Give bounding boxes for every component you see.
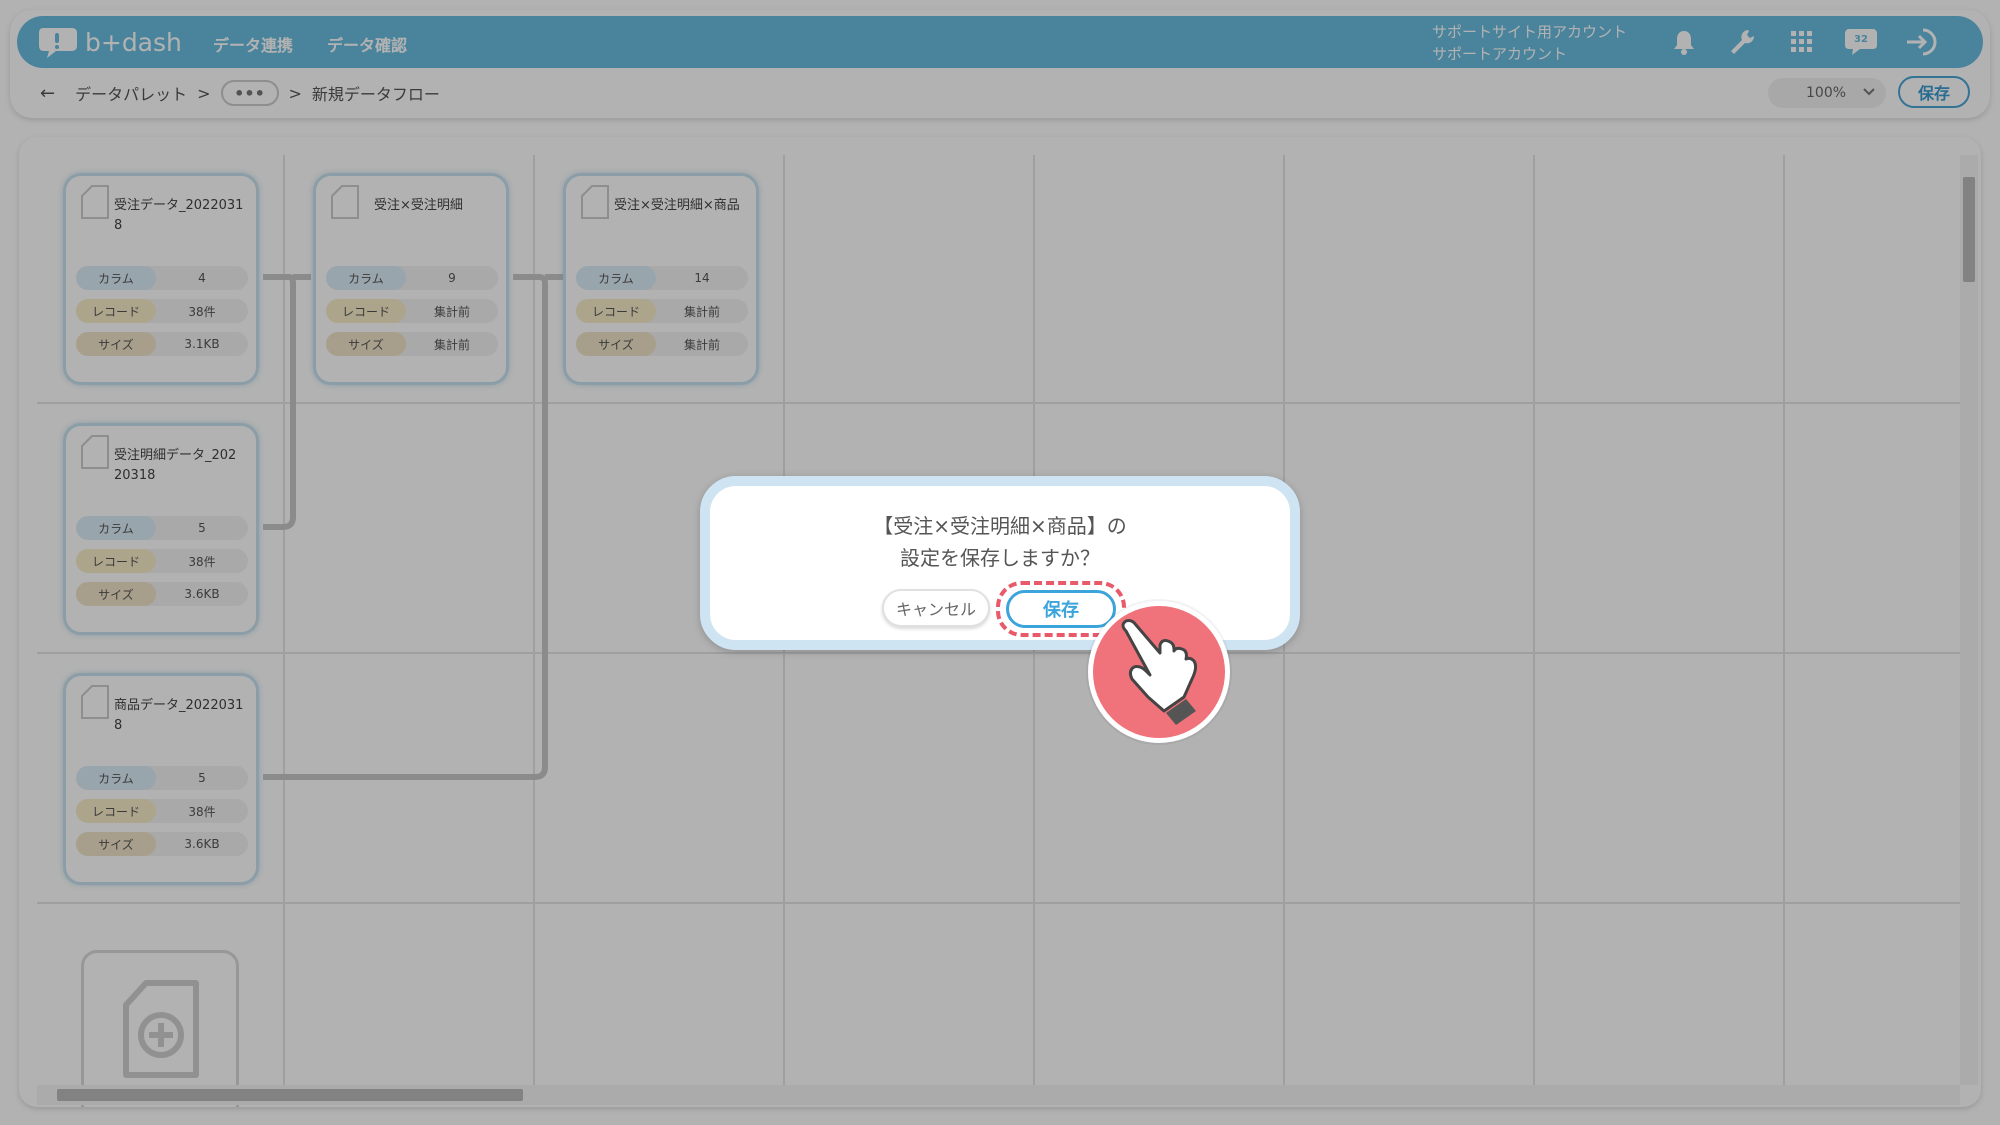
- dialog-message-line1: 【受注×受注明細×商品】の: [873, 514, 1127, 538]
- dialog-message-line2: 設定を保存しますか？: [900, 546, 1100, 570]
- pointing-hand-icon: [1088, 601, 1230, 743]
- cancel-button[interactable]: キャンセル: [882, 589, 990, 627]
- dialog-message: 【受注×受注明細×商品】の 設定を保存しますか？: [710, 510, 1290, 574]
